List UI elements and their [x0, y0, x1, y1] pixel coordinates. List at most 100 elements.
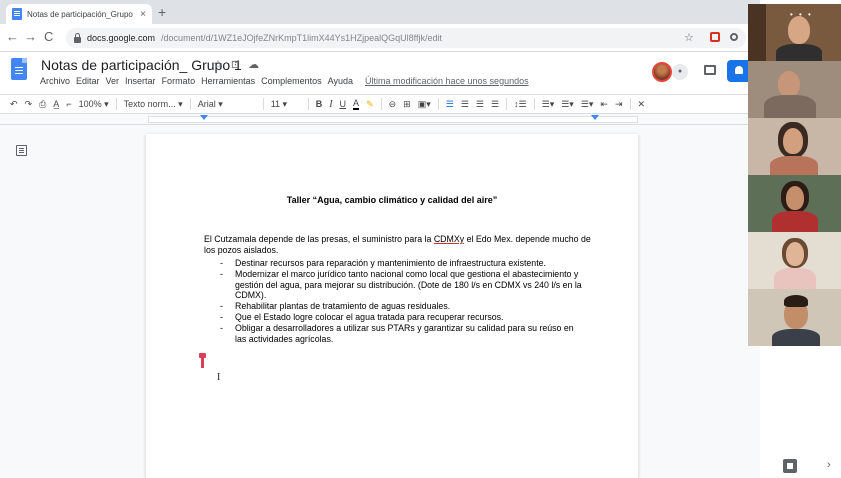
menu-herramientas[interactable]: Herramientas [201, 76, 255, 86]
explore-icon[interactable] [783, 459, 797, 473]
intro-paragraph: El Cutzamala depende de las presas, el s… [204, 234, 594, 256]
participant-body [772, 211, 818, 232]
style-value: Texto norm... [123, 98, 176, 109]
style-select[interactable]: Texto norm... ▾ [124, 99, 183, 110]
menu-archivo[interactable]: Archivo [40, 76, 70, 86]
menu-complementos[interactable]: Complementos [261, 76, 322, 86]
toolbar-divider [262, 98, 264, 110]
align-justify-icon[interactable]: ☰ [491, 99, 499, 110]
list-item: Que el Estado logre colocar el agua trat… [204, 312, 584, 323]
bulleted-list-icon[interactable]: ☰▾ [561, 99, 574, 110]
list-item: Obligar a desarrolladores a utilizar sus… [204, 323, 584, 345]
video-tile[interactable] [748, 175, 841, 232]
chevron-right-icon[interactable]: › [827, 459, 831, 471]
italic-button[interactable]: I [329, 99, 332, 110]
collaborator-avatar[interactable]: ● [672, 64, 688, 80]
toolbar-divider [307, 98, 309, 110]
comment-add-icon[interactable]: ⊞ [403, 99, 411, 110]
numbered-list-icon[interactable]: ☰▾ [581, 99, 594, 110]
font-value: Arial [197, 98, 216, 109]
forward-button[interactable]: → [24, 29, 37, 45]
highlight-icon[interactable]: ✎ [366, 99, 374, 110]
menu-bar: Archivo Editar Ver Insertar Formato Herr… [40, 76, 529, 86]
last-edit-link[interactable]: Última modificación hace unos segundos [365, 76, 529, 86]
ruler-track[interactable] [148, 116, 638, 123]
star-icon[interactable]: ☆ [213, 58, 223, 71]
align-center-icon[interactable]: ☰ [461, 99, 469, 110]
move-folder-icon[interactable]: ⊡ [231, 58, 240, 71]
menu-ayuda[interactable]: Ayuda [328, 76, 353, 86]
text-cursor-icon: I [217, 372, 221, 383]
participant-face [786, 186, 804, 210]
undo-icon[interactable]: ↶ [10, 99, 18, 110]
misspelled-word[interactable]: CDMXy [434, 234, 464, 244]
video-tile[interactable] [748, 118, 841, 175]
participant-body [772, 329, 820, 346]
tab-close-icon[interactable]: × [140, 9, 146, 20]
align-left-icon[interactable]: ☰ [446, 99, 454, 110]
docs-logo-icon[interactable] [11, 58, 27, 80]
underline-button[interactable]: U [340, 99, 347, 109]
participant-body [776, 44, 822, 61]
participant-face [786, 242, 804, 266]
left-indent-marker[interactable] [200, 115, 208, 120]
checklist-icon[interactable]: ☰▾ [542, 99, 555, 110]
spellcheck-icon[interactable]: A̲ [53, 99, 59, 109]
collaborator-cursor [199, 353, 206, 368]
document-title[interactable]: Notas de participación_ Grupo 1 [41, 57, 242, 73]
participant-body [764, 95, 816, 118]
url-path: /document/d/1WZ1eJOjfeZNrKmpT1limX44Ys1H… [161, 33, 442, 43]
bold-button[interactable]: B [316, 99, 323, 109]
menu-ver[interactable]: Ver [106, 76, 120, 86]
align-right-icon[interactable]: ☰ [476, 99, 484, 110]
docs-favicon-icon [12, 8, 22, 20]
redo-icon[interactable]: ↷ [25, 99, 33, 110]
new-tab-button[interactable]: + [158, 4, 166, 20]
document-outline-icon[interactable] [16, 145, 27, 156]
url-input[interactable]: docs.google.com/document/d/1WZ1eJOjfeZNr… [66, 28, 746, 48]
reload-button[interactable]: C [44, 29, 53, 45]
line-spacing-icon[interactable]: ↕☰ [514, 99, 527, 110]
menu-formato[interactable]: Formato [162, 76, 196, 86]
participant-face [778, 71, 800, 97]
extension-icon[interactable] [710, 32, 720, 42]
participant-body [770, 156, 818, 175]
list-item: Destinar recursos para reparación y mant… [204, 258, 584, 269]
profile-icon[interactable] [730, 33, 738, 41]
paint-format-icon[interactable]: ⌐ [66, 99, 71, 109]
formatting-toolbar: ↶ ↷ ⎙ A̲ ⌐ 100% ▾ Texto norm... ▾ Arial … [0, 94, 760, 114]
print-icon[interactable]: ⎙ [39, 99, 46, 110]
toolbar-divider [380, 98, 382, 110]
tab-title: Notas de participación_Grupo 1 [27, 9, 136, 19]
avatar[interactable] [652, 62, 672, 82]
toolbar-divider [115, 98, 117, 110]
list-item: Modernizar el marco jurídico tanto nacio… [204, 269, 584, 301]
video-tile[interactable] [748, 289, 841, 346]
video-tile[interactable] [748, 232, 841, 289]
comment-history-icon[interactable] [704, 65, 716, 75]
font-size-select[interactable]: 11 ▾ [271, 99, 301, 110]
link-icon[interactable]: ⊖ [389, 99, 397, 110]
toolbar-divider [189, 98, 191, 110]
back-button[interactable]: ← [6, 29, 19, 45]
increase-indent-icon[interactable]: ⇥ [615, 99, 623, 110]
browser-tab[interactable]: Notas de participación_Grupo 1 × [6, 4, 152, 24]
decrease-indent-icon[interactable]: ⇤ [600, 99, 608, 110]
video-options-icon[interactable]: • • • [790, 10, 813, 19]
video-tile[interactable] [748, 61, 841, 118]
clear-formatting-icon[interactable]: ✕ [638, 99, 646, 110]
toolbar-divider [533, 98, 535, 110]
document-heading: Taller “Agua, cambio climático y calidad… [286, 195, 498, 205]
toolbar-divider [437, 98, 439, 110]
toolbar-divider [506, 98, 508, 110]
font-select[interactable]: Arial ▾ [198, 99, 256, 110]
text-color-button[interactable]: A [353, 98, 360, 110]
bookmark-star-icon[interactable]: ☆ [684, 31, 694, 44]
right-indent-marker[interactable] [591, 115, 599, 120]
font-size-value: 11 [270, 98, 281, 109]
title-actions: ☆ ⊡ ☁ [213, 58, 259, 71]
image-icon[interactable]: ▣▾ [418, 99, 431, 110]
menu-insertar[interactable]: Insertar [125, 76, 156, 86]
zoom-select[interactable]: 100% ▾ [79, 99, 109, 110]
menu-editar[interactable]: Editar [76, 76, 100, 86]
